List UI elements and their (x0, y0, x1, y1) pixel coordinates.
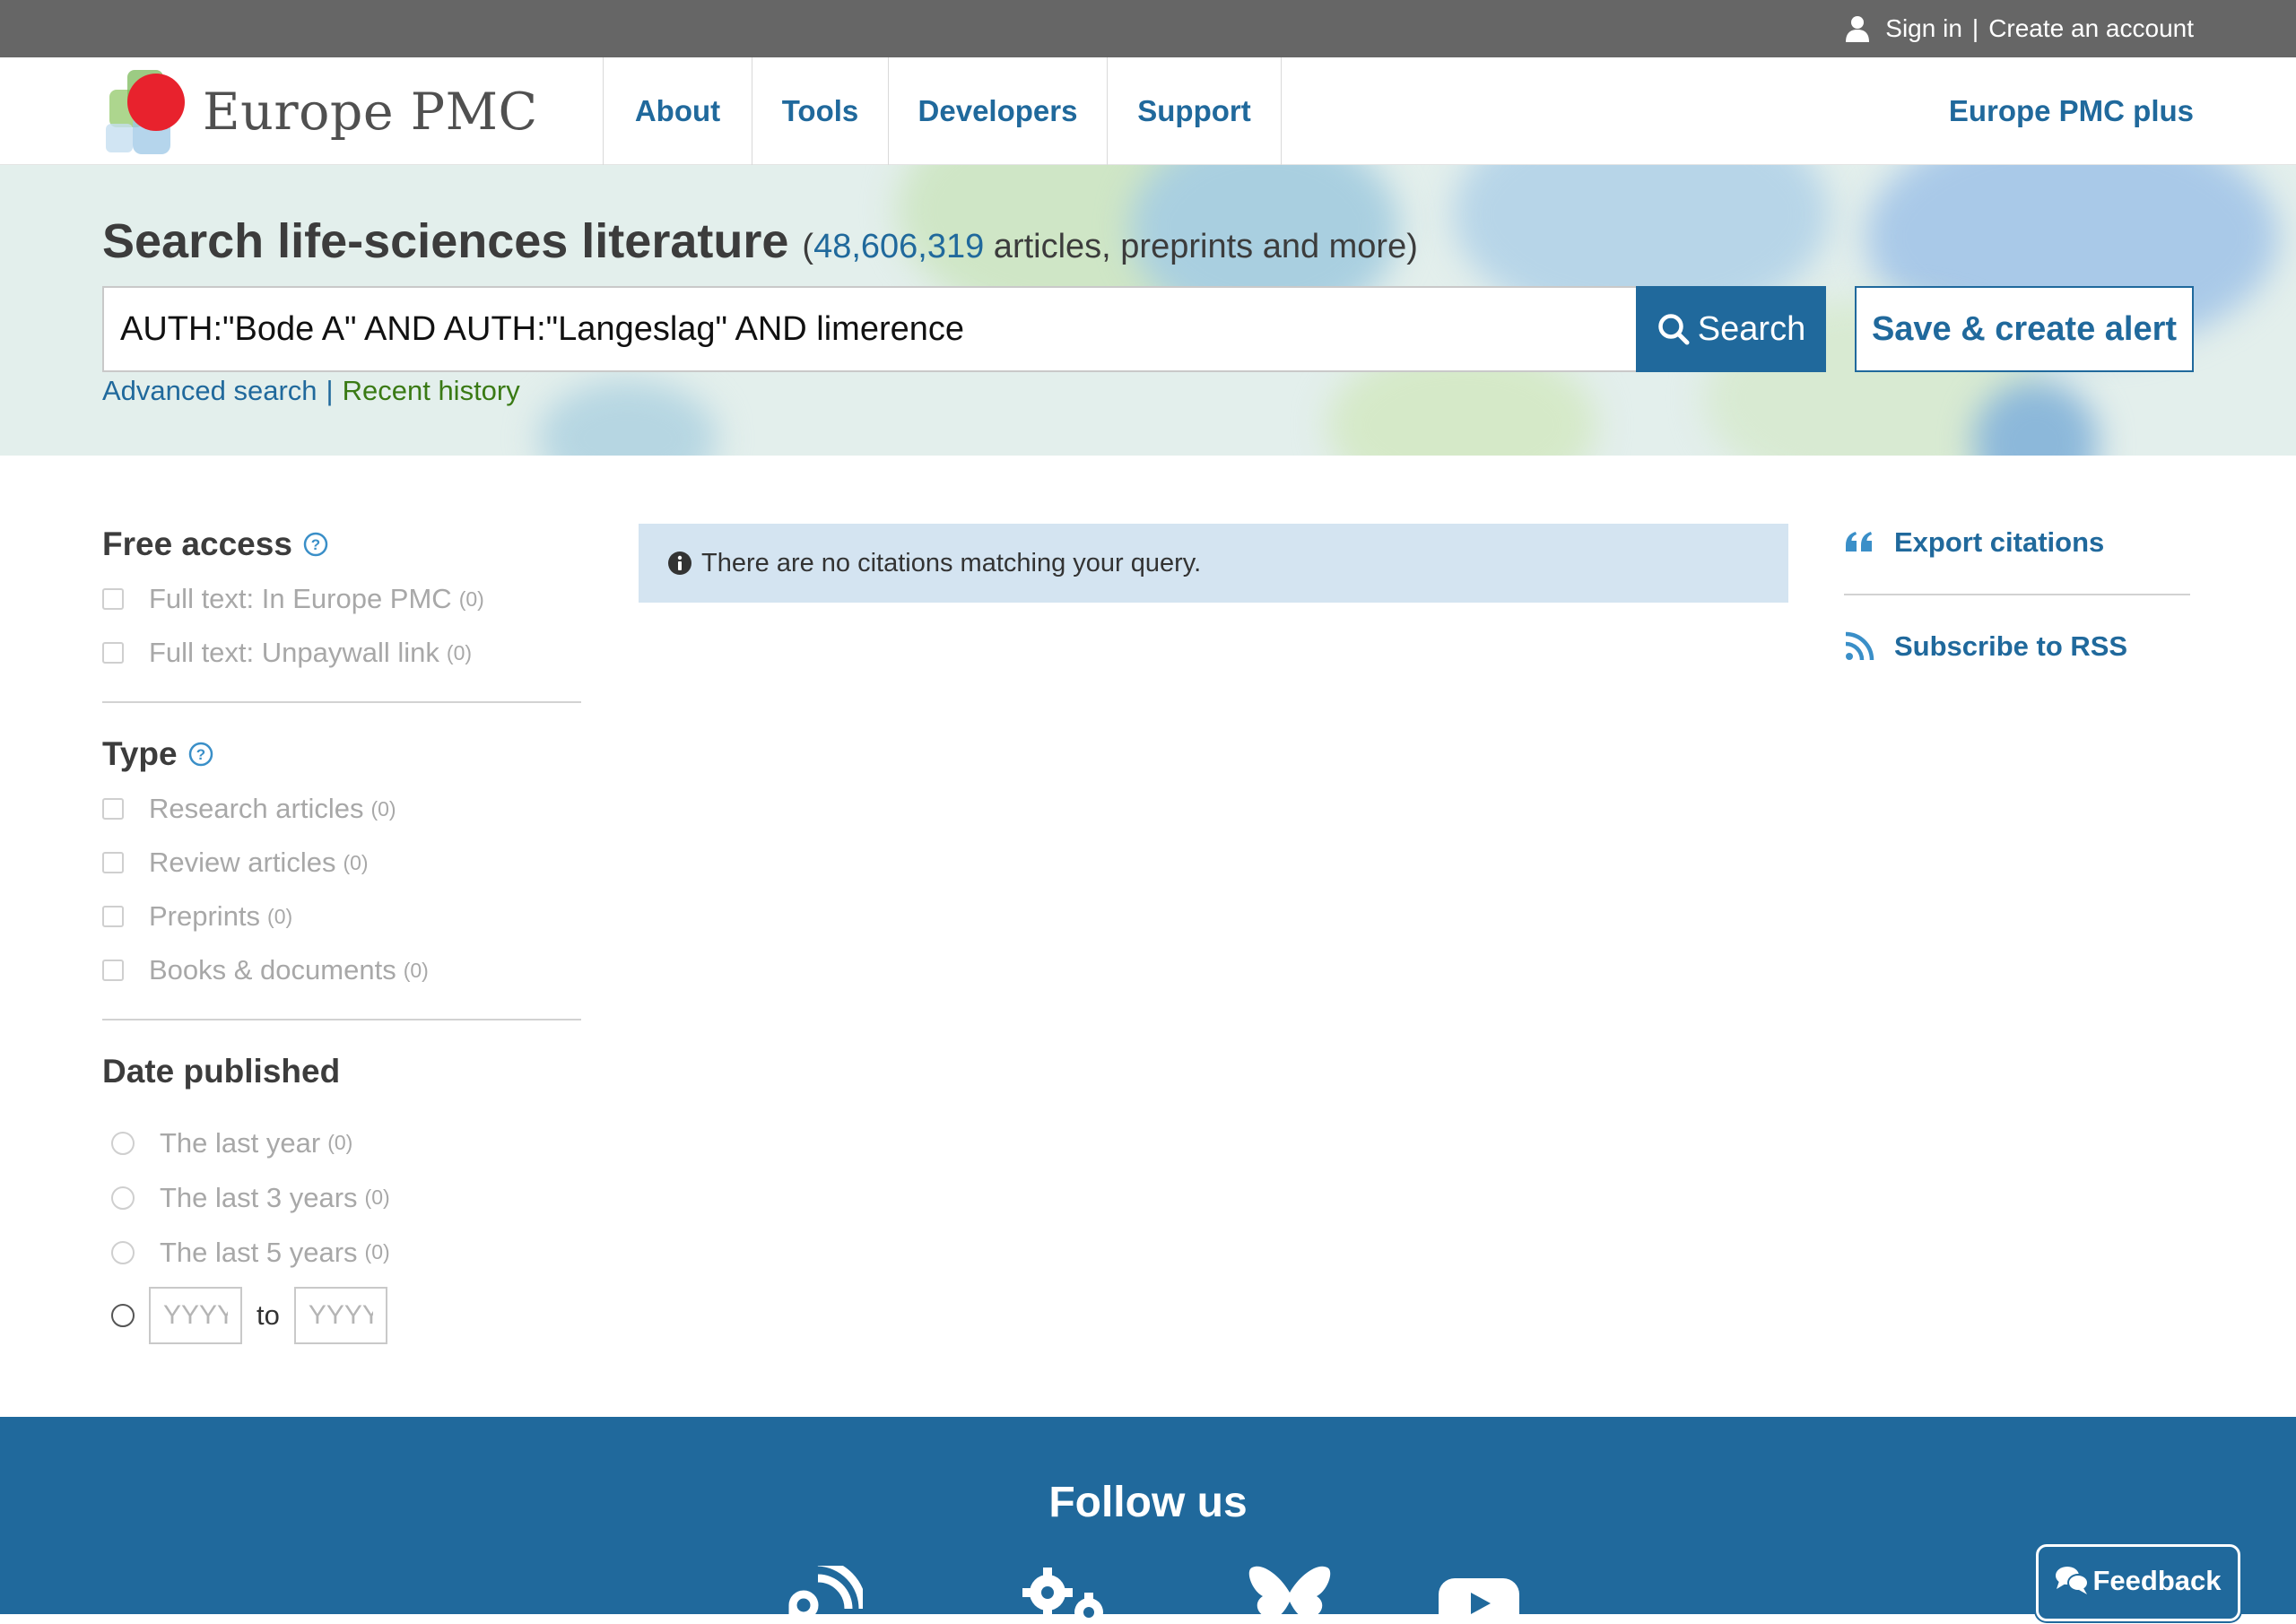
hero-decoration (538, 380, 718, 456)
advanced-search-link[interactable]: Advanced search (102, 375, 317, 406)
filter-last-3-years[interactable]: The last 3 years (0) (102, 1170, 581, 1225)
filter-books-documents[interactable]: Books & documents (0) (102, 943, 581, 997)
recent-history-link[interactable]: Recent history (343, 375, 520, 406)
checkbox[interactable] (102, 642, 124, 664)
account-links: Sign in | Create an account (1846, 0, 2194, 57)
radio[interactable] (111, 1131, 135, 1155)
filter-research-articles[interactable]: Research articles (0) (102, 782, 581, 836)
quote-icon (1846, 532, 1872, 551)
no-results-notice: There are no citations matching your que… (639, 524, 1788, 603)
feedback-button[interactable]: Feedback (2036, 1544, 2240, 1621)
search-icon (1658, 314, 1690, 345)
radio[interactable] (111, 1185, 135, 1210)
logo-mark-icon (106, 70, 185, 154)
filter-sidebar: Free access ? Full text: In Europe PMC (0… (102, 520, 581, 1351)
article-count: 48,606,319 (813, 228, 985, 265)
create-account-link[interactable]: Create an account (1988, 14, 2194, 43)
subscribe-rss-link[interactable]: Subscribe to RSS (1844, 615, 2190, 678)
help-icon[interactable]: ? (188, 742, 213, 767)
main-nav: About Tools Developers Support (603, 57, 1282, 165)
facet-title-date-published: Date published (102, 1053, 341, 1090)
year-from-input[interactable] (149, 1287, 242, 1344)
bluesky-icon[interactable] (1247, 1566, 1333, 1620)
user-icon (1846, 16, 1870, 42)
filter-review-articles[interactable]: Review articles (0) (102, 836, 581, 890)
site-footer: Follow us (0, 1417, 2296, 1624)
result-actions: Export citations Subscribe to RSS (1844, 511, 2190, 678)
facet-title-type: Type ? (102, 730, 581, 778)
chat-icon (2056, 1567, 2090, 1594)
svg-text:?: ? (311, 536, 320, 553)
search-hero: Search life-sciences literature (48,606,… (0, 165, 2296, 456)
date-range-radio[interactable] (111, 1304, 135, 1327)
search-heading: Search life-sciences literature (48,606,… (102, 214, 1418, 268)
svg-text:?: ? (196, 746, 204, 763)
checkbox[interactable] (102, 798, 124, 820)
date-range-filter: to (102, 1280, 581, 1351)
radio[interactable] (111, 1240, 135, 1264)
info-icon (668, 551, 691, 575)
europe-pmc-plus-link[interactable]: Europe PMC plus (1949, 57, 2194, 165)
youtube-icon[interactable] (1439, 1566, 1519, 1624)
divider (1844, 594, 2190, 595)
nav-about[interactable]: About (604, 57, 752, 165)
top-utility-bar: Sign in | Create an account (0, 0, 2296, 57)
filter-last-5-years[interactable]: The last 5 years (0) (102, 1225, 581, 1280)
checkbox[interactable] (102, 852, 124, 873)
export-citations-link[interactable]: Export citations (1844, 511, 2190, 574)
logo-text: Europe PMC (203, 83, 538, 142)
year-to-input[interactable] (293, 1287, 387, 1344)
help-icon[interactable]: ? (303, 532, 328, 557)
rss-icon (1845, 631, 1874, 661)
blog-icon[interactable] (787, 1558, 867, 1624)
gear-icon[interactable] (1019, 1566, 1112, 1624)
search-button[interactable]: Search (1636, 286, 1826, 372)
no-results-message: There are no citations matching your que… (701, 548, 1202, 578)
nav-support[interactable]: Support (1108, 57, 1282, 165)
account-separator: | (1971, 14, 1979, 42)
divider (102, 1019, 581, 1020)
to-label: to (257, 1299, 280, 1331)
site-header: Europe PMC About Tools Developers Suppor… (0, 57, 2296, 165)
search-sublinks: Advanced search | Recent history (102, 375, 520, 406)
divider (102, 701, 581, 703)
nav-developers[interactable]: Developers (889, 57, 1108, 165)
follow-us-title: Follow us (1048, 1479, 1248, 1526)
save-create-alert-button[interactable]: Save & create alert (1855, 286, 2194, 372)
facet-title-free-access: Free access ? (102, 520, 581, 569)
nav-tools[interactable]: Tools (752, 57, 889, 165)
checkbox[interactable] (102, 960, 124, 981)
checkbox[interactable] (102, 588, 124, 610)
sign-in-link[interactable]: Sign in (1885, 14, 1962, 43)
search-input[interactable] (102, 286, 1636, 372)
filter-full-text-europe-pmc[interactable]: Full text: In Europe PMC (0) (102, 572, 581, 626)
filter-full-text-unpaywall[interactable]: Full text: Unpaywall link (0) (102, 626, 581, 680)
checkbox[interactable] (102, 906, 124, 927)
filter-preprints[interactable]: Preprints (0) (102, 890, 581, 943)
filter-last-year[interactable]: The last year (0) (102, 1116, 581, 1170)
europe-pmc-logo[interactable]: Europe PMC (100, 63, 540, 161)
